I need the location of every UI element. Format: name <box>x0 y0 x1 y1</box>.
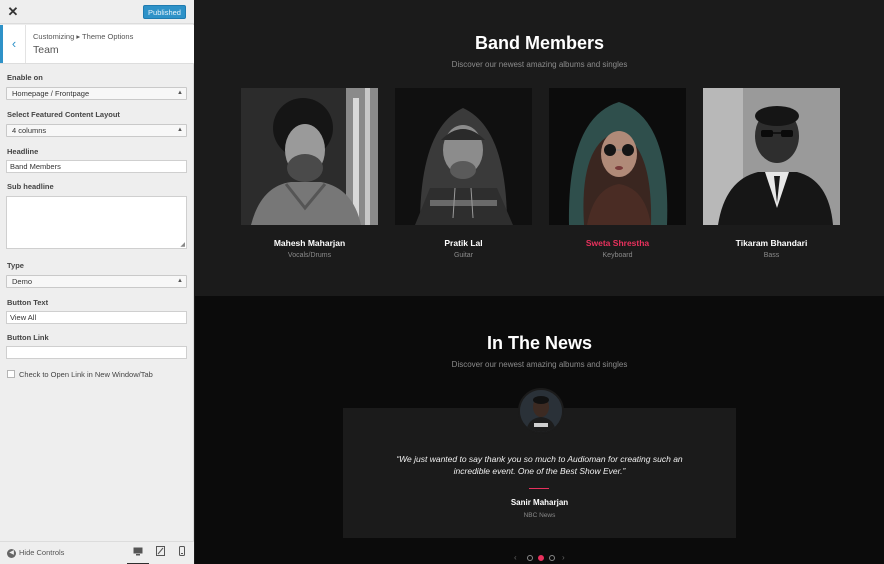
enable-on-label: Enable on <box>7 73 43 82</box>
subheadline-label: Sub headline <box>7 182 54 191</box>
member-role: Vocals/Drums <box>287 252 332 259</box>
band-section-subtitle: Discover our newest amazing albums and s… <box>451 60 628 69</box>
slider-next-icon[interactable]: › <box>562 553 565 563</box>
member-name[interactable]: Sweta Shrestha <box>549 238 686 248</box>
select-arrows-icon: ▲ <box>177 90 183 96</box>
band-section-title: Band Members <box>474 33 605 53</box>
button-text-input[interactable]: View All <box>6 311 187 324</box>
news-section: In The News Discover our newest amazing … <box>195 296 884 564</box>
select-arrows-icon: ▲ <box>177 127 183 133</box>
type-select[interactable]: Demo ▲ <box>6 275 187 288</box>
back-arrow-icon[interactable]: ‹ <box>0 25 26 63</box>
layout-value: 4 columns <box>12 126 47 135</box>
member-role: Keyboard <box>602 252 633 259</box>
member-photo[interactable] <box>395 88 532 225</box>
headline-label: Headline <box>7 147 39 156</box>
mobile-preview-icon[interactable] <box>175 546 189 560</box>
slider-navigation: ‹ › <box>511 553 571 563</box>
slider-prev-icon[interactable]: ‹ <box>514 553 517 563</box>
enable-on-value: Homepage / Frontpage <box>12 89 90 98</box>
desktop-preview-icon[interactable] <box>131 546 145 560</box>
slider-dot[interactable] <box>527 555 533 561</box>
member-role: Guitar <box>453 252 474 259</box>
collapse-icon: ◀ <box>7 548 16 558</box>
testimonial-author: Sanir Maharjan <box>510 498 569 507</box>
section-title: Team <box>33 44 59 56</box>
subheadline-textarea[interactable]: ◢ <box>6 196 187 249</box>
close-icon[interactable]: ✕ <box>5 4 21 20</box>
hide-controls-button[interactable]: ◀ Hide Controls <box>7 548 64 558</box>
member-name[interactable]: Mahesh Maharjan <box>241 238 378 248</box>
hide-controls-label: Hide Controls <box>19 548 65 557</box>
layout-select[interactable]: 4 columns ▲ <box>6 124 187 137</box>
member-photo[interactable] <box>703 88 840 225</box>
button-link-input[interactable] <box>6 346 187 359</box>
site-preview: Band Members Discover our newest amazing… <box>195 0 884 564</box>
section-header: ‹ Customizing ▸ Theme Options Team <box>0 25 194 64</box>
news-section-title: In The News <box>486 333 593 353</box>
button-text-label: Button Text <box>7 298 49 307</box>
member-photo[interactable] <box>549 88 686 225</box>
testimonial-quote: “We just wanted to say thank you so much… <box>396 454 683 476</box>
member-name[interactable]: Pratik Lal <box>395 238 532 248</box>
news-section-subtitle: Discover our newest amazing albums and s… <box>451 360 628 369</box>
select-arrows-icon: ▲ <box>177 278 183 284</box>
testimonial-source: NBC News <box>523 512 556 519</box>
member-role: Bass <box>763 252 780 259</box>
layout-label: Select Featured Content Layout <box>7 110 120 119</box>
new-tab-label: Check to Open Link in New Window/Tab <box>19 370 153 379</box>
type-label: Type <box>7 261 24 270</box>
headline-input[interactable]: Band Members <box>6 160 187 173</box>
published-button[interactable]: Published <box>143 5 186 19</box>
member-name[interactable]: Tikaram Bhandari <box>703 238 840 248</box>
testimonial-avatar <box>518 388 564 434</box>
customizer-sidebar: ✕ Published ‹ Customizing ▸ Theme Option… <box>0 0 194 564</box>
new-tab-checkbox[interactable] <box>7 370 15 378</box>
tablet-preview-icon[interactable] <box>153 546 167 560</box>
slider-dot-active[interactable] <box>538 555 544 561</box>
type-value: Demo <box>12 277 33 286</box>
breadcrumb: Customizing ▸ Theme Options <box>33 32 134 41</box>
band-members-section: Band Members Discover our newest amazing… <box>195 0 884 296</box>
customizer-footer: ◀ Hide Controls <box>0 541 194 564</box>
button-link-label: Button Link <box>7 333 49 342</box>
enable-on-select[interactable]: Homepage / Frontpage ▲ <box>6 87 187 100</box>
quote-divider <box>529 488 549 489</box>
member-photo[interactable] <box>241 88 378 225</box>
slider-dot[interactable] <box>549 555 555 561</box>
resize-handle-icon[interactable]: ◢ <box>180 241 185 248</box>
customizer-topbar: ✕ Published <box>0 0 194 24</box>
